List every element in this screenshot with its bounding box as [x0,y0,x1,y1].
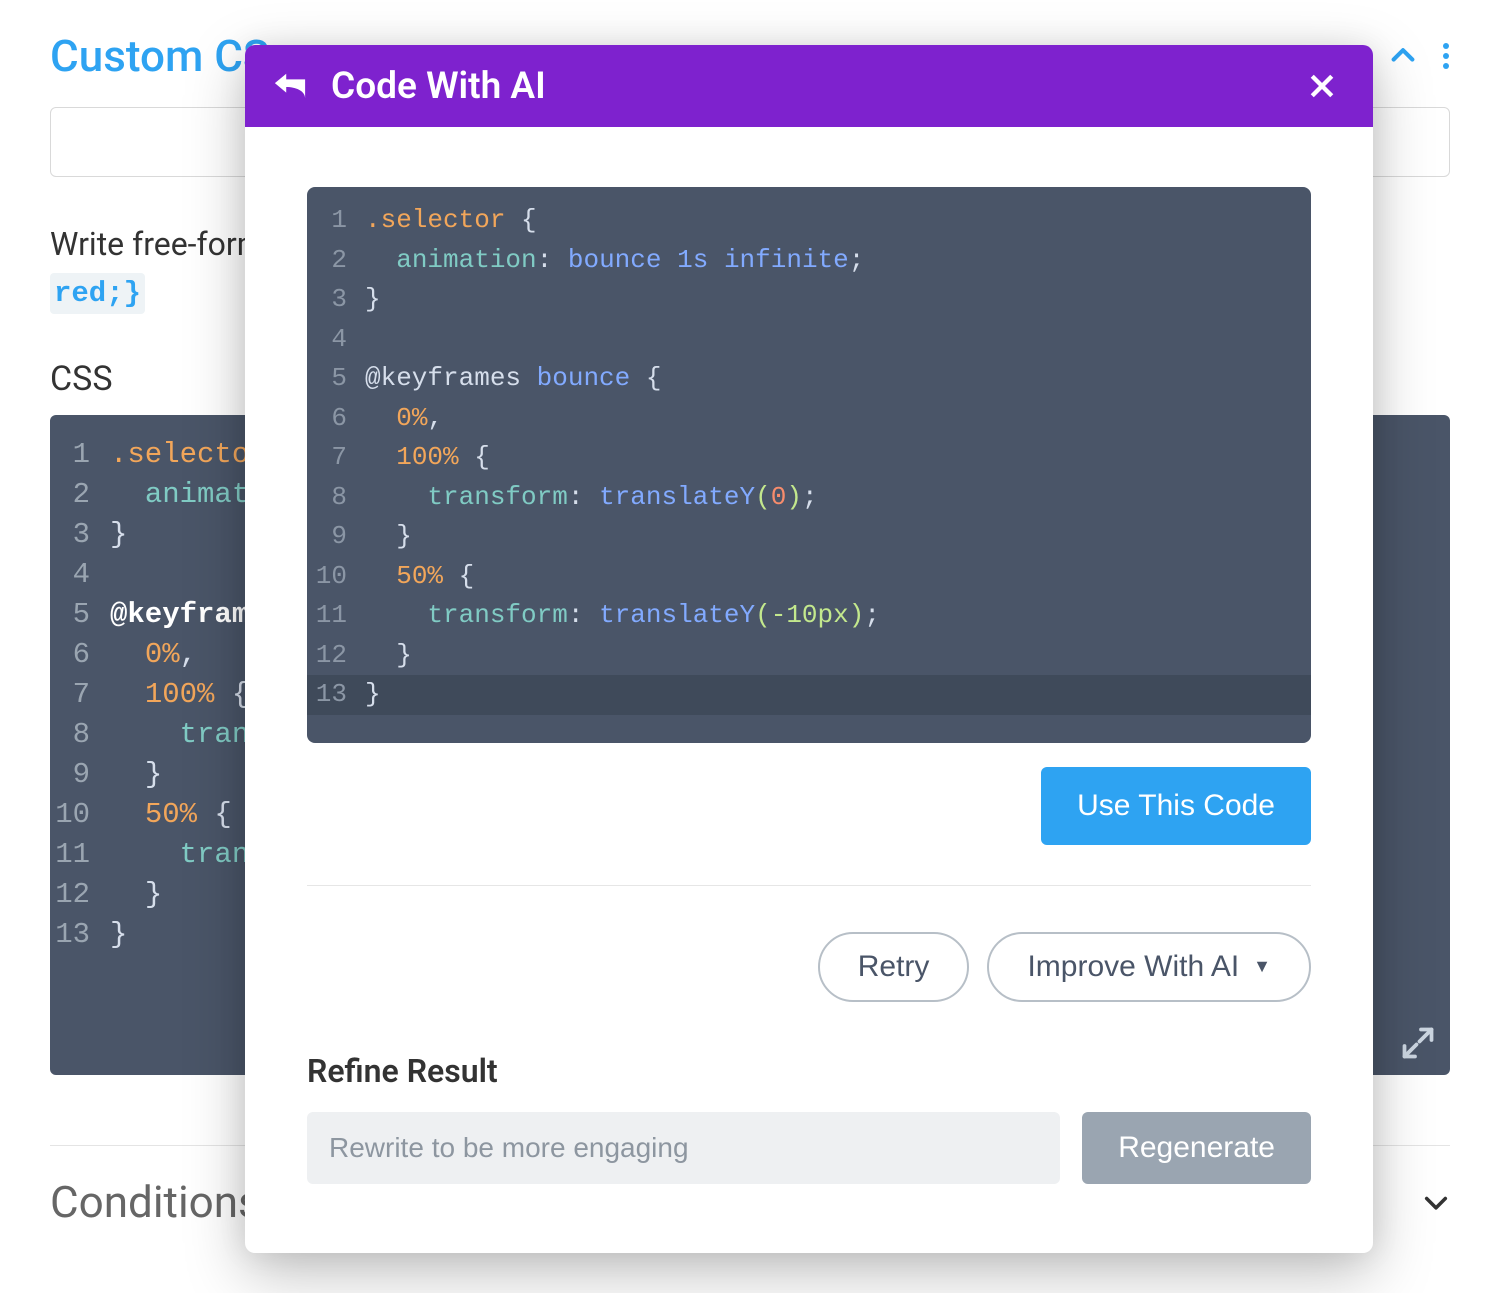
close-icon[interactable] [1309,73,1335,99]
ai-code-output[interactable]: 1.selector { 2 animation: bounce 1s infi… [307,187,1311,743]
refine-row: Regenerate [307,1112,1311,1184]
section-actions [1389,42,1450,70]
expand-editor-icon[interactable] [1400,1025,1436,1061]
retry-label: Retry [858,950,930,984]
collapse-icon[interactable] [1389,42,1417,70]
more-options-icon[interactable] [1442,42,1450,70]
code-with-ai-modal: Code With AI 1.selector { 2 animation: b… [245,45,1373,1253]
conditions-title: Conditions [50,1176,261,1228]
improve-with-ai-button[interactable]: Improve With AI ▼ [987,932,1311,1002]
ai-action-row: Retry Improve With AI ▼ [307,886,1311,1052]
expand-icon[interactable] [1422,1188,1450,1216]
caret-down-icon: ▼ [1253,956,1271,977]
refine-input[interactable] [307,1112,1060,1184]
modal-header: Code With AI [245,45,1373,127]
improve-label: Improve With AI [1027,950,1239,984]
retry-button[interactable]: Retry [818,932,970,1002]
modal-body: 1.selector { 2 animation: bounce 1s infi… [245,127,1373,1253]
modal-title: Code With AI [331,65,1285,108]
back-icon[interactable] [273,71,307,101]
use-code-row: Use This Code [307,767,1311,885]
custom-css-title: Custom CS [50,30,270,82]
regenerate-button[interactable]: Regenerate [1082,1112,1311,1184]
css-snippet-example: red;} [50,273,145,314]
refine-result-title: Refine Result [307,1052,1311,1090]
use-this-code-button[interactable]: Use This Code [1041,767,1311,845]
